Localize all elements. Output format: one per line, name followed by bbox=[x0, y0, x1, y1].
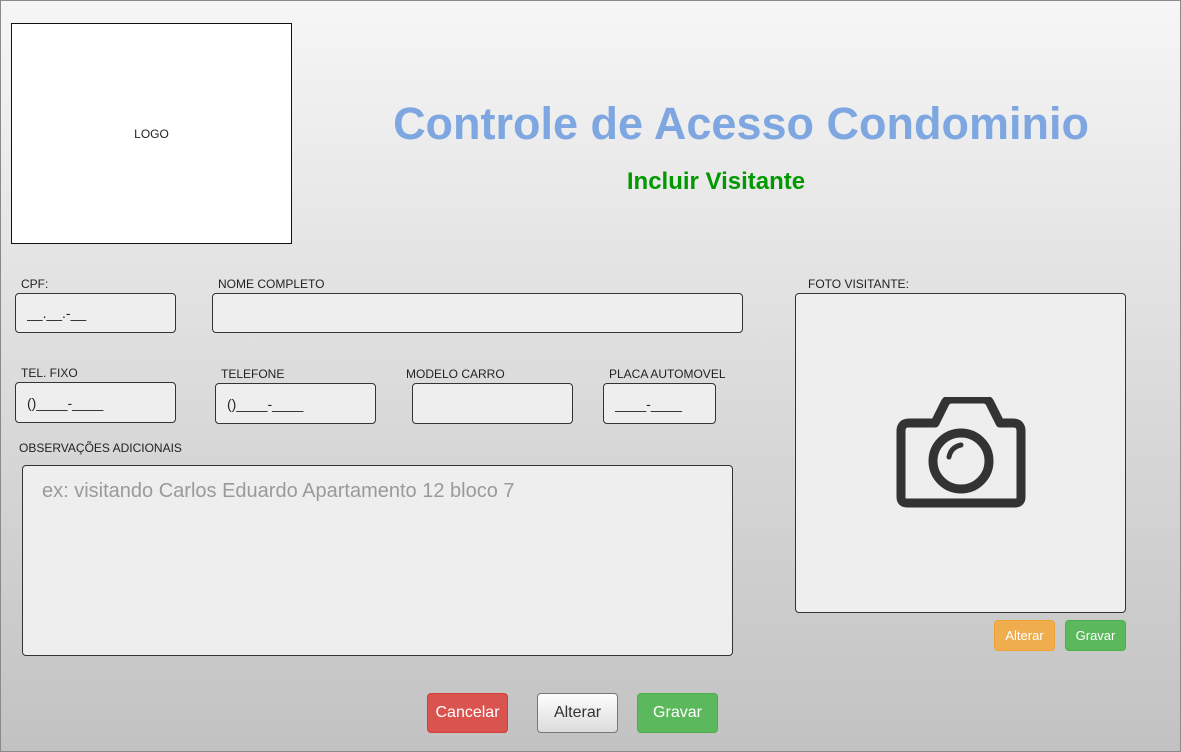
logo-placeholder: LOGO bbox=[11, 23, 292, 244]
phone-field[interactable] bbox=[215, 383, 376, 424]
plate-label: PLACA AUTOMOVEL bbox=[609, 367, 726, 381]
page-subtitle: Incluir Visitante bbox=[626, 168, 806, 195]
camera-icon bbox=[896, 397, 1025, 508]
observations-textarea[interactable] bbox=[22, 465, 733, 656]
plate-field[interactable] bbox=[603, 383, 716, 424]
landline-label: TEL. FIXO bbox=[21, 366, 78, 380]
app-title: Controle de Acesso Condominio bbox=[393, 98, 1089, 149]
car-model-label: MODELO CARRO bbox=[406, 367, 505, 381]
visitor-photo-area[interactable] bbox=[795, 293, 1126, 613]
cancel-button[interactable]: Cancelar bbox=[427, 693, 508, 733]
photo-label: FOTO VISITANTE: bbox=[808, 277, 909, 291]
alter-button[interactable]: Alterar bbox=[537, 693, 618, 733]
phone-label: TELEFONE bbox=[221, 367, 285, 381]
full-name-label: NOME COMPLETO bbox=[218, 277, 325, 291]
cpf-label: CPF: bbox=[21, 277, 49, 291]
landline-field[interactable] bbox=[15, 382, 176, 423]
observations-label: OBSERVAÇÕES ADICIONAIS bbox=[19, 441, 182, 455]
save-photo-button[interactable]: Gravar bbox=[1065, 620, 1126, 651]
save-button[interactable]: Gravar bbox=[637, 693, 718, 733]
change-photo-button[interactable]: Alterar bbox=[994, 620, 1055, 651]
logo-text: LOGO bbox=[134, 126, 169, 141]
full-name-field[interactable] bbox=[212, 293, 743, 333]
cpf-field[interactable] bbox=[15, 293, 176, 333]
car-model-field[interactable] bbox=[412, 383, 573, 424]
visitor-form-screen: LOGO Controle de Acesso Condominio Inclu… bbox=[0, 0, 1181, 752]
